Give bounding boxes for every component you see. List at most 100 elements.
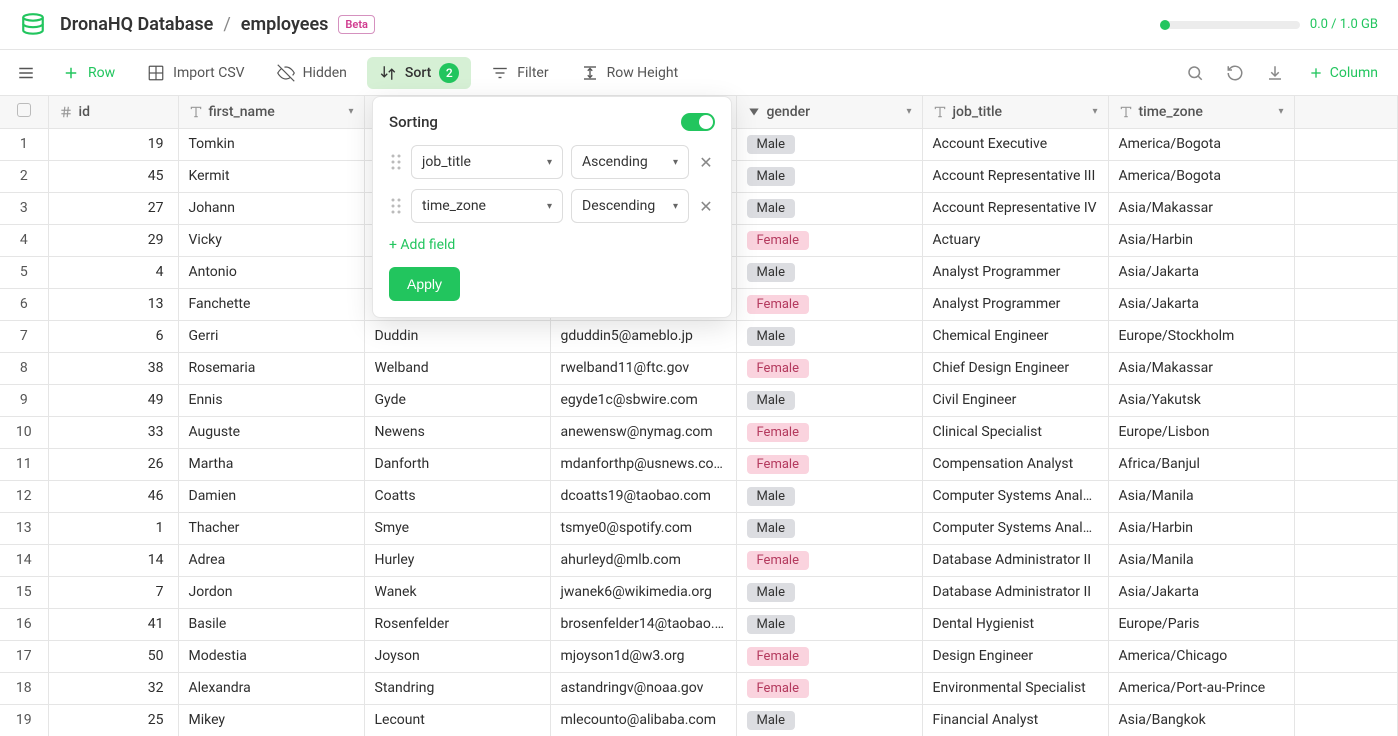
cell-time-zone[interactable]: Asia/Makassar: [1108, 192, 1294, 224]
cell-job-title[interactable]: Compensation Analyst: [922, 448, 1108, 480]
cell-gender[interactable]: Female: [736, 672, 922, 704]
cell-first-name[interactable]: Vicky: [178, 224, 364, 256]
cell-id[interactable]: 46: [48, 480, 178, 512]
cell-first-name[interactable]: Rosemaria: [178, 352, 364, 384]
cell-gender[interactable]: Female: [736, 544, 922, 576]
table-row[interactable]: 1033AugusteNewensanewensw@nymag.comFemal…: [0, 416, 1398, 448]
cell-email[interactable]: dcoatts19@taobao.com: [550, 480, 736, 512]
cell-time-zone[interactable]: Asia/Harbin: [1108, 224, 1294, 256]
cell-job-title[interactable]: Computer Systems Analyst II: [922, 512, 1108, 544]
cell-first-name[interactable]: Auguste: [178, 416, 364, 448]
cell-time-zone[interactable]: Asia/Makassar: [1108, 352, 1294, 384]
cell-job-title[interactable]: Database Administrator II: [922, 576, 1108, 608]
search-button[interactable]: [1178, 56, 1212, 90]
cell-time-zone[interactable]: Europe/Paris: [1108, 608, 1294, 640]
cell-id[interactable]: 33: [48, 416, 178, 448]
cell-id[interactable]: 6: [48, 320, 178, 352]
cell-first-name[interactable]: Gerri: [178, 320, 364, 352]
sort-button[interactable]: Sort 2: [367, 57, 471, 89]
cell-job-title[interactable]: Clinical Specialist: [922, 416, 1108, 448]
breadcrumb-root[interactable]: DronaHQ Database: [60, 14, 213, 35]
cell-first-name[interactable]: Damien: [178, 480, 364, 512]
cell-id[interactable]: 7: [48, 576, 178, 608]
cell-last-name[interactable]: Gyde: [364, 384, 550, 416]
cell-job-title[interactable]: Environmental Specialist: [922, 672, 1108, 704]
cell-gender[interactable]: Male: [736, 608, 922, 640]
add-row-button[interactable]: Row: [50, 58, 127, 88]
table-row[interactable]: 1414AdreaHurleyahurleyd@mlb.comFemaleDat…: [0, 544, 1398, 576]
sort-field-select[interactable]: time_zone▾: [411, 189, 563, 223]
cell-last-name[interactable]: Standring: [364, 672, 550, 704]
cell-job-title[interactable]: Chief Design Engineer: [922, 352, 1108, 384]
cell-first-name[interactable]: Fanchette: [178, 288, 364, 320]
sort-direction-select[interactable]: Ascending▾: [571, 145, 689, 179]
cell-gender[interactable]: Male: [736, 704, 922, 736]
table-row[interactable]: 1126MarthaDanforthmdanforthp@usnews.comF…: [0, 448, 1398, 480]
cell-time-zone[interactable]: Asia/Manila: [1108, 480, 1294, 512]
column-header-id[interactable]: id: [48, 96, 178, 128]
apply-sort-button[interactable]: Apply: [389, 267, 460, 301]
cell-gender[interactable]: Female: [736, 288, 922, 320]
cell-gender[interactable]: Female: [736, 416, 922, 448]
cell-time-zone[interactable]: America/Bogota: [1108, 160, 1294, 192]
cell-id[interactable]: 1: [48, 512, 178, 544]
cell-email[interactable]: anewensw@nymag.com: [550, 416, 736, 448]
cell-last-name[interactable]: Wanek: [364, 576, 550, 608]
column-header-first-name[interactable]: first_name ▾: [178, 96, 364, 128]
select-all-header[interactable]: [0, 96, 48, 128]
table-row[interactable]: 1641BasileRosenfelderbrosenfelder14@taob…: [0, 608, 1398, 640]
cell-last-name[interactable]: Newens: [364, 416, 550, 448]
import-csv-button[interactable]: Import CSV: [135, 58, 256, 88]
cell-gender[interactable]: Male: [736, 160, 922, 192]
cell-gender[interactable]: Male: [736, 384, 922, 416]
cell-last-name[interactable]: Coatts: [364, 480, 550, 512]
cell-id[interactable]: 29: [48, 224, 178, 256]
cell-job-title[interactable]: Database Administrator II: [922, 544, 1108, 576]
cell-email[interactable]: tsmye0@spotify.com: [550, 512, 736, 544]
cell-first-name[interactable]: Kermit: [178, 160, 364, 192]
sort-enabled-toggle[interactable]: [681, 113, 715, 131]
add-column-button[interactable]: Column: [1298, 59, 1388, 87]
table-row[interactable]: 1246DamienCoattsdcoatts19@taobao.comMale…: [0, 480, 1398, 512]
refresh-button[interactable]: [1218, 56, 1252, 90]
cell-gender[interactable]: Male: [736, 256, 922, 288]
cell-email[interactable]: mdanforthp@usnews.com: [550, 448, 736, 480]
cell-time-zone[interactable]: Asia/Harbin: [1108, 512, 1294, 544]
cell-email[interactable]: brosenfelder14@taobao.com: [550, 608, 736, 640]
cell-email[interactable]: mlecounto@alibaba.com: [550, 704, 736, 736]
menu-button[interactable]: [10, 57, 42, 89]
cell-time-zone[interactable]: Asia/Jakarta: [1108, 576, 1294, 608]
cell-gender[interactable]: Male: [736, 480, 922, 512]
cell-job-title[interactable]: Account Representative IV: [922, 192, 1108, 224]
add-sort-field-button[interactable]: + Add field: [389, 233, 715, 267]
cell-time-zone[interactable]: Europe/Lisbon: [1108, 416, 1294, 448]
cell-id[interactable]: 14: [48, 544, 178, 576]
column-header-job-title[interactable]: job_title ▾: [922, 96, 1108, 128]
cell-time-zone[interactable]: Asia/Jakarta: [1108, 288, 1294, 320]
cell-id[interactable]: 38: [48, 352, 178, 384]
cell-id[interactable]: 45: [48, 160, 178, 192]
remove-sort-rule-button[interactable]: ✕: [697, 153, 715, 171]
cell-email[interactable]: mjoyson1d@w3.org: [550, 640, 736, 672]
cell-job-title[interactable]: Financial Analyst: [922, 704, 1108, 736]
cell-id[interactable]: 4: [48, 256, 178, 288]
cell-email[interactable]: gduddin5@ameblo.jp: [550, 320, 736, 352]
cell-email[interactable]: egyde1c@sbwire.com: [550, 384, 736, 416]
cell-time-zone[interactable]: Asia/Jakarta: [1108, 256, 1294, 288]
cell-gender[interactable]: Male: [736, 128, 922, 160]
cell-last-name[interactable]: Joyson: [364, 640, 550, 672]
cell-id[interactable]: 13: [48, 288, 178, 320]
row-height-button[interactable]: Row Height: [569, 58, 691, 88]
cell-time-zone[interactable]: Asia/Bangkok: [1108, 704, 1294, 736]
cell-last-name[interactable]: Duddin: [364, 320, 550, 352]
cell-time-zone[interactable]: America/Bogota: [1108, 128, 1294, 160]
sort-field-select[interactable]: job_title▾: [411, 145, 563, 179]
cell-time-zone[interactable]: Asia/Manila: [1108, 544, 1294, 576]
cell-first-name[interactable]: Martha: [178, 448, 364, 480]
cell-time-zone[interactable]: Africa/Banjul: [1108, 448, 1294, 480]
column-header-gender[interactable]: gender ▾: [736, 96, 922, 128]
cell-id[interactable]: 41: [48, 608, 178, 640]
cell-first-name[interactable]: Ennis: [178, 384, 364, 416]
cell-gender[interactable]: Female: [736, 640, 922, 672]
table-row[interactable]: 838RosemariaWelbandrwelband11@ftc.govFem…: [0, 352, 1398, 384]
